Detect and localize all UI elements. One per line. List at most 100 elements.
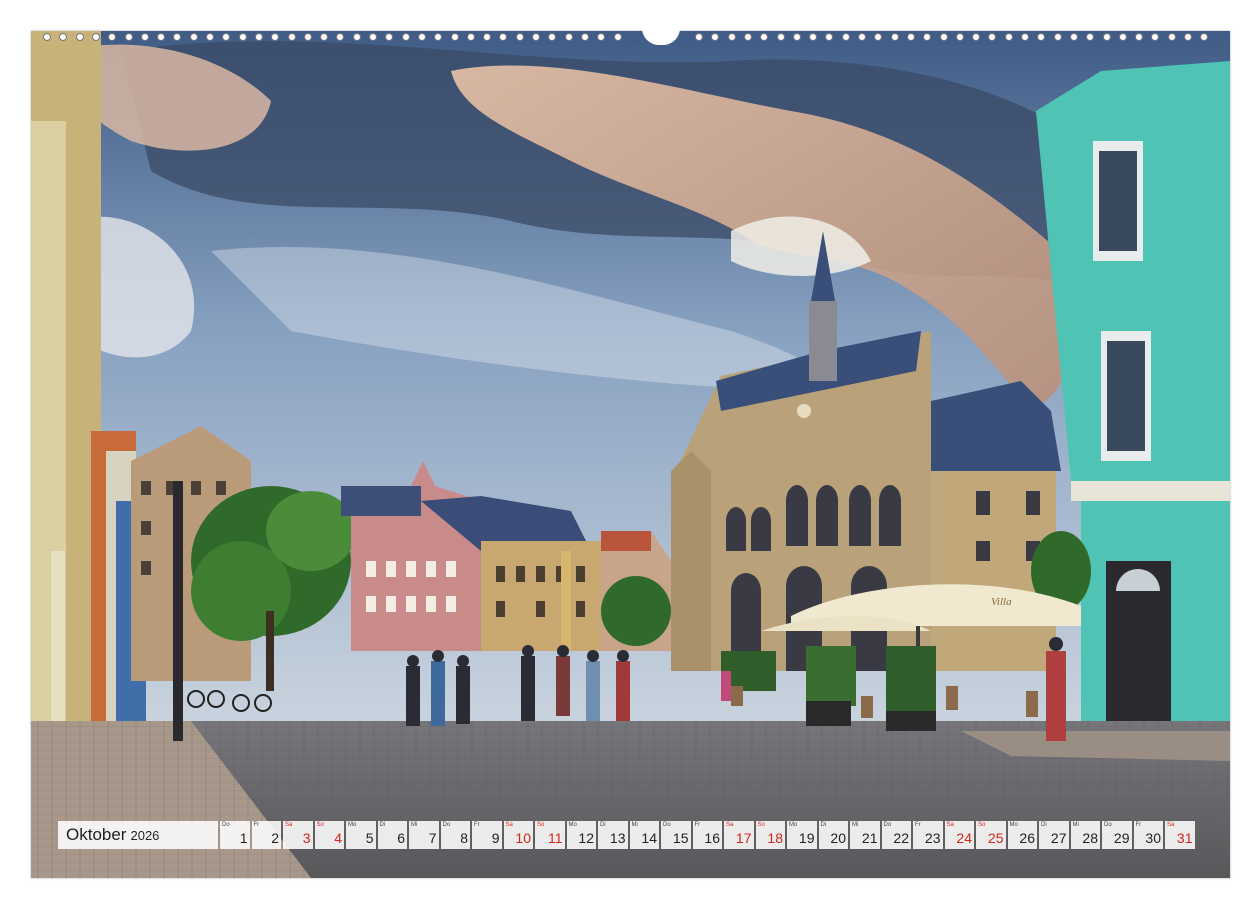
day-cell: Di 27 [1039, 821, 1069, 849]
day-cell: Mo 12 [566, 821, 596, 849]
binding-ring [809, 33, 818, 41]
binding-ring [695, 33, 703, 41]
binding-ring [352, 33, 361, 41]
binding-ring [1135, 33, 1144, 41]
binding-ring [532, 33, 540, 41]
umbrella-lettering: Villa [991, 596, 1012, 608]
binding-ring [597, 33, 606, 41]
wire-binding [31, 28, 1230, 45]
day-number: 24 [956, 830, 972, 846]
day-number: 11 [547, 830, 563, 846]
day-cell: Sa 31 [1165, 821, 1195, 849]
binding-ring [1053, 33, 1062, 41]
day-number: 13 [609, 830, 626, 846]
day-number: 6 [397, 830, 405, 846]
binding-ring [858, 33, 866, 41]
day-number: 12 [578, 830, 594, 846]
binding-ring [1086, 33, 1095, 41]
day-number: 1 [239, 830, 248, 846]
weekday-abbr: So [537, 822, 545, 828]
day-cell: Fr 30 [1133, 821, 1163, 849]
binding-ring [450, 33, 459, 41]
day-number: 7 [428, 830, 437, 846]
binding-ring [988, 33, 997, 41]
day-number: 30 [1145, 830, 1161, 846]
day-cell: Di 20 [818, 821, 848, 849]
binding-ring [320, 33, 329, 41]
day-number: 16 [704, 830, 720, 846]
binding-ring [75, 33, 84, 41]
day-number: 4 [334, 830, 342, 846]
day-cell: Do 1 [220, 821, 250, 849]
day-cell: Mo 19 [787, 821, 817, 849]
binding-ring [287, 33, 296, 41]
calendar-strip: Oktober 2026 Do 1 Fr 2 Sa 3 So 4 Mo 5 Di 6 Mi 7 Do 8 Fr 9… [58, 821, 1197, 849]
weekday-abbr: So [757, 822, 765, 828]
binding-ring [515, 33, 524, 41]
day-number: 3 [302, 830, 311, 846]
binding-ring [1004, 33, 1013, 41]
binding-ring [124, 33, 133, 41]
day-cells: Do 1 Fr 2 Sa 3 So 4 Mo 5 Di 6 Mi 7 Do 8 Fr 9 Sa 10 So 11 Mo 12 D… [220, 821, 1197, 849]
binding-ring [336, 33, 345, 41]
weekday-abbr: Sa [1167, 822, 1175, 828]
binding-ring [1151, 33, 1160, 41]
day-number: 9 [491, 830, 500, 846]
binding-rings [31, 31, 1230, 43]
binding-ring [776, 33, 785, 41]
weekday-abbr: Do [222, 822, 230, 828]
day-cell: Sa 17 [724, 821, 754, 849]
weekday-abbr: Fr [694, 822, 701, 828]
month-label: Oktober 2026 [58, 821, 218, 849]
binding-ring [434, 33, 443, 41]
binding-ring [939, 33, 948, 41]
weekday-abbr: Do [663, 822, 671, 828]
day-cell: Do 8 [440, 821, 470, 849]
day-cell: Fr 2 [251, 821, 281, 849]
day-cell: Mi 21 [850, 821, 880, 849]
weekday-abbr: Do [1104, 822, 1112, 828]
binding-ring [271, 33, 280, 41]
day-number: 17 [735, 830, 752, 846]
weekday-abbr: Di [600, 822, 606, 828]
day-number: 27 [1050, 830, 1067, 846]
golden-house [481, 541, 606, 651]
binding-ring [1200, 33, 1209, 41]
weekday-abbr: Di [1041, 822, 1047, 828]
binding-ring [972, 33, 981, 41]
binding-ring [792, 33, 801, 41]
day-number: 25 [987, 830, 1004, 846]
day-number: 28 [1082, 830, 1098, 846]
weekday-abbr: Fr [915, 822, 921, 828]
binding-ring [1037, 33, 1046, 41]
day-number: 5 [365, 830, 374, 846]
day-cell: Sa 10 [503, 821, 533, 849]
day-cell: Fr 23 [913, 821, 943, 849]
binding-ring [108, 33, 117, 41]
day-number: 8 [460, 830, 468, 846]
binding-ring [890, 33, 899, 41]
column-monument [561, 551, 571, 651]
day-cell: Di 6 [377, 821, 407, 849]
binding-ring [401, 33, 410, 41]
day-number: 2 [271, 830, 279, 846]
day-number: 29 [1113, 830, 1130, 846]
binding-ring [1021, 33, 1029, 41]
binding-ring [760, 33, 769, 41]
town-square-photo: Villa [31, 31, 1230, 878]
day-cell: Fr 16 [692, 821, 722, 849]
lamp-post [173, 481, 183, 741]
weekday-abbr: Sa [946, 822, 954, 828]
day-cell: So 4 [314, 821, 344, 849]
month-year: 2026 [130, 827, 160, 843]
binding-ring [1184, 33, 1192, 41]
binding-ring [222, 33, 231, 41]
day-number: 18 [767, 830, 783, 846]
binding-ring [548, 33, 557, 41]
weekday-abbr: Di [379, 822, 386, 828]
day-cell: Mi 7 [409, 821, 439, 849]
day-cell: Fr 9 [472, 821, 502, 849]
binding-ring [1069, 33, 1078, 41]
binding-ring [483, 33, 492, 41]
day-cell: Di 13 [598, 821, 628, 849]
